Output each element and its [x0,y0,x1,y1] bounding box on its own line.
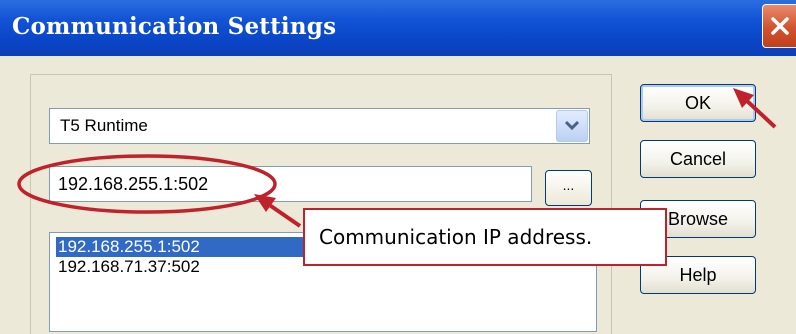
arrow-to-ok-icon [733,88,777,129]
annotation-overlay [17,88,777,228]
address-highlight-ellipse [17,154,277,214]
arrow-to-address-icon [254,194,302,228]
annotation-callout: Communication IP address. [303,208,667,266]
